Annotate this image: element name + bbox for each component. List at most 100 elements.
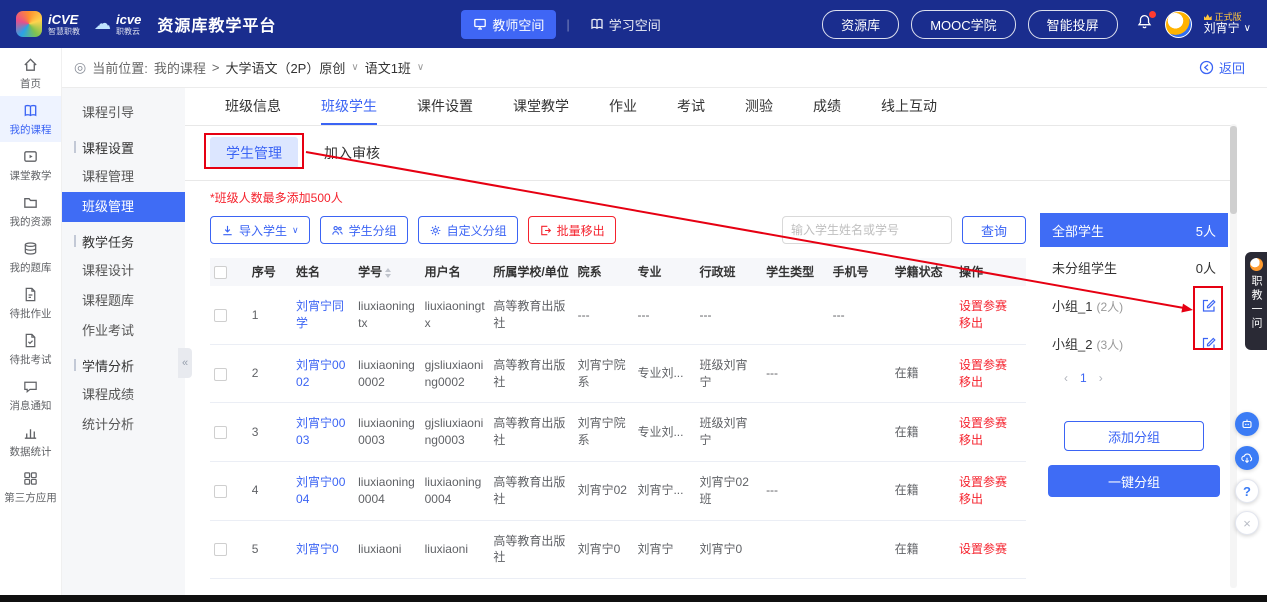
submenu-item-course-question-bank[interactable]: 课程题库 (62, 286, 185, 316)
page-prev-icon[interactable]: ‹ (1064, 371, 1068, 385)
import-students-button[interactable]: 导入学生 ∨ (210, 216, 310, 244)
group-count: (3人) (1096, 338, 1123, 352)
submenu-item-class-management[interactable]: 班级管理 (62, 192, 185, 222)
row-checkbox[interactable] (214, 543, 227, 556)
sidebar-item-messages[interactable]: 消息通知 (0, 372, 61, 418)
user-menu[interactable]: 正式版 刘宵宁 ∨ (1204, 12, 1251, 36)
tab-class-info[interactable]: 班级信息 (225, 88, 281, 125)
query-button[interactable]: 查询 (962, 216, 1026, 244)
remove-link[interactable]: 移出 (959, 374, 1022, 391)
ungrouped-students-row[interactable]: 未分组学生 0人 (1040, 251, 1228, 283)
set-contest-link[interactable]: 设置参赛 (959, 474, 1022, 491)
add-group-button[interactable]: 添加分组 (1064, 421, 1204, 451)
set-contest-link[interactable]: 设置参赛 (959, 298, 1022, 315)
group-row-2[interactable]: 小组_2 (3人) (1040, 327, 1228, 359)
subtab-student-management[interactable]: 学生管理 (210, 137, 298, 169)
group-name: 小组_2 (1052, 337, 1092, 352)
location-icon: ◎ (74, 59, 86, 76)
icve-logo-subtext: 智慧职教 (48, 28, 80, 36)
breadcrumb-root[interactable]: 我的课程 (154, 58, 206, 77)
submenu-item-course-guide[interactable]: 课程引导 (62, 98, 185, 128)
tab-homework[interactable]: 作业 (609, 88, 637, 125)
teacher-space-button[interactable]: 教师空间 (461, 10, 556, 39)
col-school: 所属学校/单位 (489, 258, 573, 286)
qa-side-tab[interactable]: 职教一问 (1245, 252, 1267, 350)
scrollbar-thumb[interactable] (1230, 126, 1237, 214)
table-row: 1 刘宵宁同学 liuxiaoningtx liuxiaoningtx 高等教育… (210, 286, 1026, 344)
row-checkbox[interactable] (214, 309, 227, 322)
student-name-link[interactable]: 刘宵宁同学 (296, 299, 344, 330)
set-contest-link[interactable]: 设置参赛 (959, 541, 1022, 558)
class-caret-icon[interactable]: ∨ (417, 62, 424, 73)
breadcrumb-separator: > (212, 60, 220, 75)
batch-remove-button[interactable]: 批量移出 (528, 216, 616, 244)
auto-group-button[interactable]: 一键分组 (1048, 465, 1220, 497)
row-checkbox[interactable] (214, 426, 227, 439)
help-button[interactable]: ? (1235, 479, 1259, 503)
col-student-id: 学号 (354, 258, 421, 286)
avatar[interactable] (1165, 11, 1192, 38)
resource-library-button[interactable]: 资源库 (822, 10, 899, 39)
sidebar-item-pending-homework[interactable]: 待批作业 (0, 280, 61, 326)
row-checkbox[interactable] (214, 485, 227, 498)
sidebar-item-my-courses[interactable]: 我的课程 (0, 96, 61, 142)
sidebar-item-third-party-apps[interactable]: 第三方应用 (0, 464, 61, 510)
breadcrumb-class[interactable]: 语文1班 (365, 58, 411, 77)
edit-icon (1201, 298, 1216, 313)
submenu-item-statistical-analysis[interactable]: 统计分析 (62, 410, 185, 440)
student-grouping-button[interactable]: 学生分组 (320, 216, 408, 244)
sort-icon[interactable] (385, 268, 391, 278)
sidebar-item-pending-exams[interactable]: 待批考试 (0, 326, 61, 372)
student-search-input[interactable] (782, 216, 952, 244)
tab-online-interaction[interactable]: 线上互动 (881, 88, 937, 125)
tab-grades[interactable]: 成绩 (813, 88, 841, 125)
tab-class-students[interactable]: 班级学生 (321, 88, 377, 125)
select-all-checkbox[interactable] (214, 266, 227, 279)
set-contest-link[interactable]: 设置参赛 (959, 415, 1022, 432)
student-name-link[interactable]: 刘宵宁0 (296, 542, 339, 556)
row-checkbox[interactable] (214, 368, 227, 381)
sidebar-item-classroom-teaching[interactable]: 课堂教学 (0, 142, 61, 188)
sidebar-item-statistics[interactable]: 数据统计 (0, 418, 61, 464)
submenu-item-course-management[interactable]: 课程管理 (62, 162, 185, 192)
breadcrumb-course[interactable]: 大学语文（2P）原创 (225, 58, 345, 77)
student-space-button[interactable]: 学习空间 (580, 10, 671, 39)
submenu-collapse-handle[interactable]: « (178, 348, 192, 378)
table-row: 2 刘宵宁0002 liuxiaoning0002 gjsliuxiaoning… (210, 344, 1026, 403)
submenu-item-course-grades[interactable]: 课程成绩 (62, 380, 185, 410)
custom-grouping-button[interactable]: 自定义分组 (418, 216, 518, 244)
remove-link[interactable]: 移出 (959, 315, 1022, 332)
close-widgets-button[interactable]: × (1235, 511, 1259, 535)
all-students-bar[interactable]: 全部学生 5人 (1040, 213, 1228, 247)
ai-assistant-button[interactable] (1235, 412, 1259, 436)
set-contest-link[interactable]: 设置参赛 (959, 357, 1022, 374)
remove-link[interactable]: 移出 (959, 491, 1022, 508)
group-row-1[interactable]: 小组_1(2人) (1040, 289, 1228, 321)
student-name-link[interactable]: 刘宵宁0004 (296, 475, 345, 506)
tab-courseware-settings[interactable]: 课件设置 (417, 88, 473, 125)
course-caret-icon[interactable]: ∨ (351, 62, 358, 73)
submenu-item-homework-exams[interactable]: 作业考试 (62, 316, 185, 346)
subtab-join-audit[interactable]: 加入审核 (324, 143, 380, 163)
notification-bell[interactable] (1136, 13, 1153, 35)
mooc-academy-button[interactable]: MOOC学院 (911, 10, 1015, 39)
edit-group-button[interactable] (1201, 336, 1216, 351)
smart-cast-button[interactable]: 智能投屏 (1028, 10, 1118, 39)
tab-classroom-teaching[interactable]: 课堂教学 (513, 88, 569, 125)
book-icon (22, 102, 39, 119)
sidebar-item-home[interactable]: 首页 (0, 50, 61, 96)
sidebar-item-question-bank[interactable]: 我的题库 (0, 234, 61, 280)
back-button[interactable]: 返回 (1199, 58, 1245, 77)
student-name-link[interactable]: 刘宵宁0003 (296, 416, 345, 447)
edit-group-button[interactable] (1201, 298, 1216, 313)
student-name-link[interactable]: 刘宵宁0002 (296, 358, 345, 389)
student-subtabs: 学生管理 加入审核 (185, 126, 1232, 181)
tab-exams[interactable]: 考试 (677, 88, 705, 125)
page-next-icon[interactable]: › (1099, 371, 1103, 385)
submenu-item-course-design[interactable]: 课程设计 (62, 256, 185, 286)
tab-quizzes[interactable]: 测验 (745, 88, 773, 125)
download-center-button[interactable] (1235, 446, 1259, 470)
remove-link[interactable]: 移出 (959, 432, 1022, 449)
page-number[interactable]: 1 (1080, 371, 1087, 385)
sidebar-item-my-resources[interactable]: 我的资源 (0, 188, 61, 234)
